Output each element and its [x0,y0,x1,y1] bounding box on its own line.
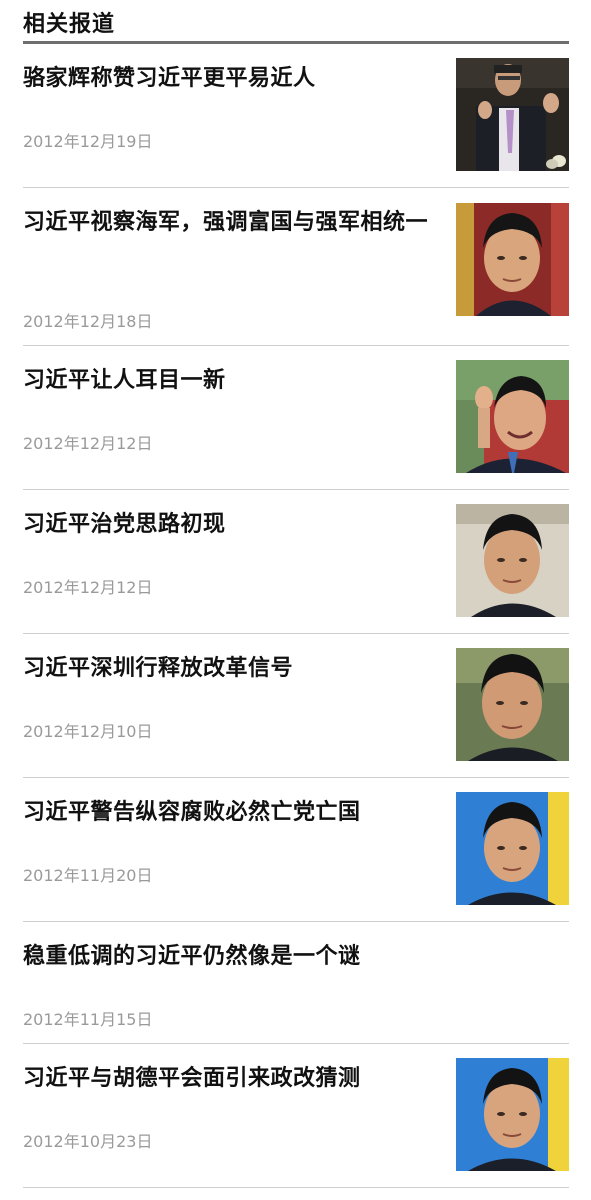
article-thumbnail[interactable] [456,58,569,171]
article-headline[interactable]: 习近平治党思路初现 [23,508,438,542]
article-thumbnail[interactable] [456,360,569,473]
article-headline[interactable]: 稳重低调的习近平仍然像是一个谜 [23,940,569,974]
article-date: 2012年10月23日 [23,1132,153,1151]
article-thumbnail[interactable] [456,504,569,617]
article-date: 2012年11月20日 [23,866,153,885]
article-thumbnail[interactable] [456,1058,569,1171]
article-item[interactable]: 习近平深圳行释放改革信号 2012年12月10日 [23,634,569,778]
article-headline[interactable]: 骆家辉称赞习近平更平易近人 [23,62,438,96]
article-date: 2012年12月12日 [23,578,153,597]
article-headline[interactable]: 习近平警告纵容腐败必然亡党亡国 [23,796,438,830]
article-thumbnail[interactable] [456,648,569,761]
article-headline[interactable]: 习近平让人耳目一新 [23,364,438,398]
article-item[interactable]: 习近平与胡德平会面引来政改猜测 2012年10月23日 [23,1044,569,1188]
article-item[interactable]: 习近平治党思路初现 2012年12月12日 [23,490,569,634]
article-item[interactable]: 习近平警告纵容腐败必然亡党亡国 2012年11月20日 [23,778,569,922]
article-item[interactable]: 习近平视察海军，强调富国与强军相统一 2012年12月18日 [23,188,569,346]
section-title: 相关报道 [23,12,116,37]
section-header: 相关报道 [23,0,569,44]
article-headline[interactable]: 习近平与胡德平会面引来政改猜测 [23,1062,438,1096]
article-item[interactable]: 骆家辉称赞习近平更平易近人 2012年12月19日 [23,44,569,188]
article-headline[interactable]: 习近平视察海军，强调富国与强军相统一 [23,206,438,240]
article-date: 2012年12月19日 [23,132,153,151]
article-thumbnail[interactable] [456,203,569,316]
article-date: 2012年12月12日 [23,434,153,453]
article-date: 2012年12月10日 [23,722,153,741]
article-date: 2012年11月15日 [23,1010,153,1029]
article-date: 2012年12月18日 [23,312,153,331]
article-item[interactable]: 稳重低调的习近平仍然像是一个谜 2012年11月15日 [23,922,569,1044]
article-thumbnail[interactable] [456,792,569,905]
article-item[interactable]: 习近平让人耳目一新 2012年12月12日 [23,346,569,490]
article-headline[interactable]: 习近平深圳行释放改革信号 [23,652,438,686]
